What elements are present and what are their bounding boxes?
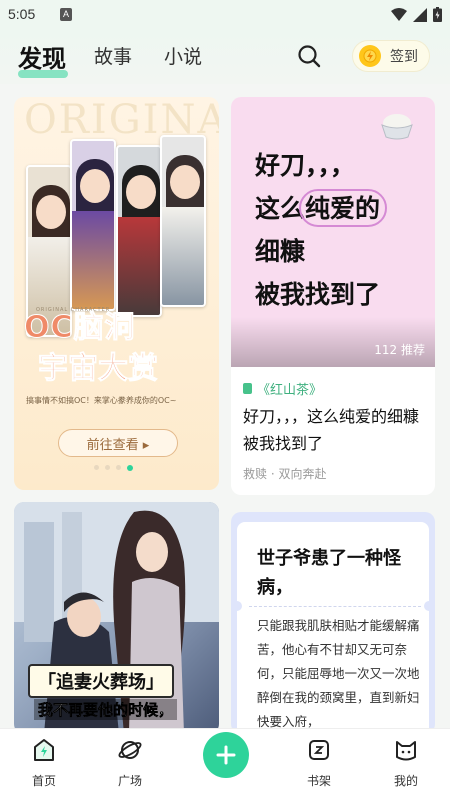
tab-stories[interactable]: 故事	[94, 42, 132, 69]
tab-discover[interactable]: 发现	[18, 39, 66, 74]
rice-bowl-icon	[381, 114, 413, 140]
cover-line: 被我找到了	[255, 280, 381, 309]
book-tag-icon	[243, 383, 252, 394]
ticket-notch	[232, 601, 242, 611]
planet-icon	[118, 741, 142, 759]
character-card	[116, 145, 162, 317]
view-now-button[interactable]: 前往查看 ▸	[58, 429, 178, 457]
carousel-dots	[94, 465, 133, 471]
story-image-card[interactable]: 「追妻火葬场」 我不再要他的时候，	[14, 502, 219, 734]
nav-me-label: 我的	[393, 774, 418, 788]
banner-title-line1: OC脑洞	[24, 310, 136, 346]
oc-event-banner[interactable]: ORIGINAL ORIGINAL CHARACTER OC脑洞 宇宙大赏 搞事…	[14, 97, 219, 490]
cat-face-icon	[396, 741, 416, 761]
story-text-panel: 世子爷患了一种怪病， 只能跟我肌肤相贴才能缓解痛苦，他心有不甘却又无可奈何，只能…	[232, 522, 434, 734]
cover-line-circled: 纯爱的	[299, 187, 388, 230]
home-icon	[34, 739, 54, 761]
plus-icon	[216, 745, 236, 765]
status-bar: 5:05 A	[0, 0, 450, 30]
nav-home-label: 首页	[31, 774, 56, 788]
wifi-icon	[391, 7, 407, 21]
cover-line: 这么	[255, 194, 306, 223]
tab-novels[interactable]: 小说	[164, 42, 202, 69]
signin-button[interactable]: 签到	[352, 40, 430, 72]
top-bar: 发现 故事 小说 签到	[0, 30, 450, 84]
bookshelf-icon	[309, 740, 329, 760]
carousel-dot[interactable]	[105, 465, 110, 470]
story-text-card[interactable]: 世子爷患了一种怪病， 只能跟我肌肤相贴才能缓解痛苦，他心有不甘却又无可奈何，只能…	[231, 512, 435, 734]
story-divider	[249, 606, 421, 607]
banner-title-line2: 宇宙大赏	[38, 351, 159, 387]
recommend-count: 112 推荐	[374, 343, 425, 357]
carousel-dot-active[interactable]	[127, 465, 133, 471]
status-icons	[391, 7, 442, 22]
banner-subtext: 搞事情不如搞OC！来掌心豢养成你的OC~	[26, 396, 177, 405]
story-image-line1: 「追妻火葬场」	[28, 664, 174, 698]
post-source-label: 《红山茶》	[257, 383, 323, 398]
nav-home[interactable]: 首页	[14, 737, 74, 789]
character-cards	[26, 135, 206, 337]
cover-line: 细糠	[255, 237, 306, 266]
signin-label: 签到	[390, 49, 418, 65]
post-title[interactable]: 好刀，，，这么纯爱的细糠被我找到了	[243, 403, 428, 457]
nav-me[interactable]: 我的	[376, 737, 436, 789]
battery-icon	[433, 7, 442, 22]
search-icon[interactable]	[297, 44, 321, 68]
carousel-dot[interactable]	[94, 465, 99, 470]
character-card	[160, 135, 206, 307]
bottom-nav: 首页 广场 书架 我的	[0, 728, 450, 800]
cover-line: 好刀，，，	[255, 151, 356, 180]
nav-square[interactable]: 广场	[100, 737, 160, 789]
create-post-button[interactable]	[203, 732, 249, 778]
post-source-tag[interactable]: 《红山茶》	[243, 379, 322, 398]
character-card	[70, 139, 116, 311]
post-card[interactable]: 好刀，，， 这么纯爱的 细糠 被我找到了 112 推荐 《红山茶》 好刀，，，这…	[231, 97, 435, 495]
post-cover-text: 好刀，，， 这么纯爱的 细糠 被我找到了	[255, 144, 430, 316]
story-title: 世子爷患了一种怪病，	[257, 548, 401, 598]
signal-icon	[413, 7, 427, 22]
post-meta: 救赎 · 双向奔赴	[243, 467, 327, 481]
ticket-notch	[424, 601, 434, 611]
nav-square-label: 广场	[117, 774, 142, 788]
app-notification-icon: A	[60, 8, 72, 21]
post-cover: 好刀，，， 这么纯爱的 细糠 被我找到了 112 推荐	[231, 97, 435, 367]
story-body: 只能跟我肌肤相贴才能缓解痛苦，他心有不甘却又无可奈何，只能屈辱地一次又一次地醉倒…	[257, 618, 420, 729]
lightning-coin-icon	[359, 45, 381, 67]
nav-bookshelf-label: 书架	[306, 774, 331, 788]
carousel-dot[interactable]	[116, 465, 121, 470]
nav-bookshelf[interactable]: 书架	[289, 737, 349, 789]
status-time: 5:05	[8, 6, 36, 22]
story-image-line2: 我不再要他的时候，	[34, 699, 178, 720]
